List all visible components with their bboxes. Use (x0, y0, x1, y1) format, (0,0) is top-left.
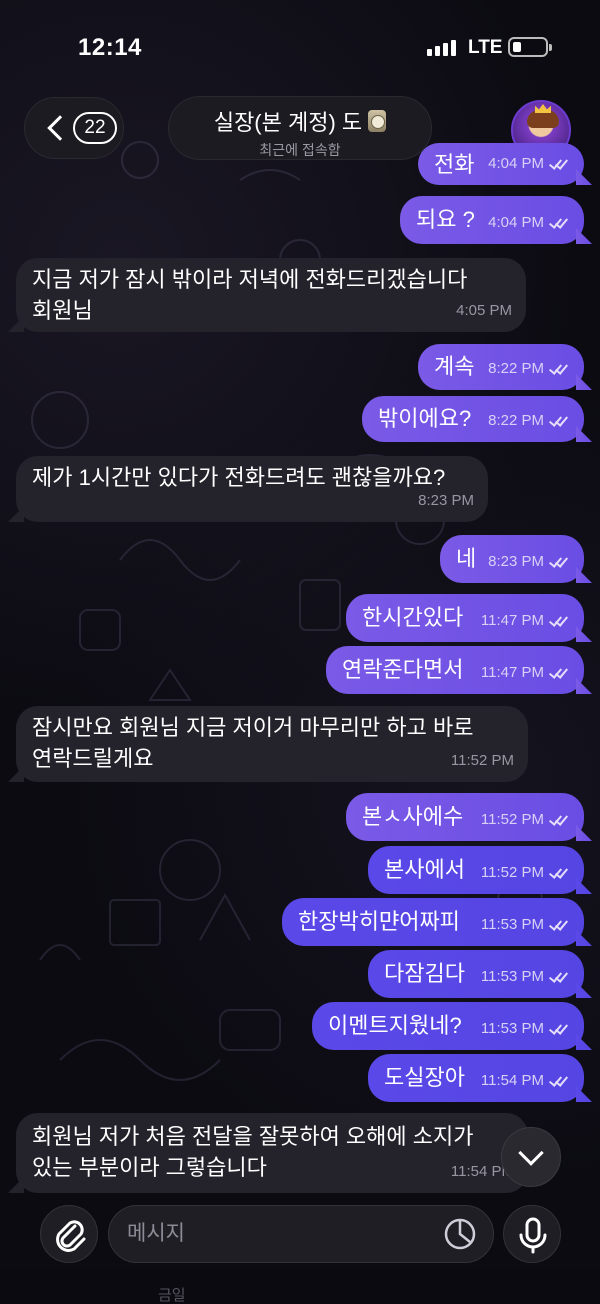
message-bubble-outgoing[interactable]: 이멘트지웠네? 11:53 PM (312, 1002, 584, 1050)
unread-count-badge: 22 (73, 112, 117, 144)
message-time: 4:05 PM (456, 302, 512, 319)
message-bubble-outgoing[interactable]: 되요 ? 4:04 PM (400, 196, 584, 244)
message-bubble-outgoing[interactable]: 연락준다면서 11:47 PM (326, 646, 584, 694)
message-time: 8:23 PM (488, 553, 544, 570)
attach-button[interactable] (40, 1205, 98, 1263)
message-bubble-outgoing[interactable]: 본사에서 11:52 PM (368, 846, 584, 894)
message-time: 11:54 PM (480, 1072, 544, 1089)
bottom-safe-area (0, 1270, 600, 1304)
message-time: 11:53 PM (480, 916, 544, 933)
message-input-box[interactable] (108, 1205, 494, 1263)
message-bubble-incoming[interactable]: 지금 저가 잠시 밖이라 저녁에 전화드리겠습니다 회원님 4:05 PM (16, 258, 526, 332)
signal-icon (427, 40, 456, 56)
read-check-icon (548, 1075, 570, 1087)
voice-record-button[interactable] (503, 1205, 561, 1263)
message-time: 11:53 PM (480, 968, 544, 985)
message-time: 11:52 PM (450, 752, 514, 769)
message-time: 11:53 PM (480, 1020, 544, 1037)
read-check-icon (548, 415, 570, 427)
message-bubble-outgoing[interactable]: 다잠김다 11:53 PM (368, 950, 584, 998)
message-bubble-outgoing[interactable]: 한시간있다 11:47 PM (346, 594, 584, 642)
status-bar: 12:14 LTE (0, 0, 600, 90)
read-check-icon (548, 971, 570, 983)
message-time: 11:52 PM (480, 811, 544, 828)
watch-emoji-icon (368, 110, 387, 132)
message-time: 8:22 PM (488, 412, 544, 429)
message-bubble-outgoing[interactable]: 한장박히먄어짜피 11:53 PM (282, 898, 584, 946)
message-bubble-outgoing[interactable]: 밖이에요? 8:22 PM (362, 396, 584, 442)
message-bubble-incoming[interactable]: 잠시만요 회원님 지금 저이거 마무리만 하고 바로 연락드릴게요 11:52 … (16, 706, 528, 782)
message-time: 8:23 PM (418, 492, 474, 509)
message-bubble-incoming[interactable]: 제가 1시간만 있다가 전화드려도 괜찮을까요? 8:23 PM (16, 456, 488, 522)
message-time: 8:22 PM (488, 360, 544, 377)
message-time: 11:47 PM (480, 664, 544, 681)
message-bubble-outgoing[interactable]: 도실장아 11:54 PM (368, 1054, 584, 1102)
chevron-left-icon (47, 115, 73, 141)
chat-header-title[interactable]: 실장(본 계정) 도 최근에 접속함 (168, 96, 432, 160)
read-check-icon (548, 919, 570, 931)
message-input[interactable] (127, 1222, 427, 1246)
message-bubble-outgoing[interactable]: 네 8:23 PM (440, 535, 584, 583)
battery-icon (508, 37, 552, 57)
microphone-icon (519, 1217, 547, 1254)
read-check-icon (548, 867, 570, 879)
read-check-icon (548, 363, 570, 375)
message-time: 4:04 PM (488, 155, 544, 172)
clock: 12:14 (78, 34, 142, 61)
read-check-icon (548, 556, 570, 568)
contact-name: 실장(본 계정) 도 (213, 110, 363, 135)
network-label: LTE (468, 37, 503, 58)
read-check-icon (548, 667, 570, 679)
read-check-icon (548, 158, 570, 170)
contact-status: 최근에 접속함 (259, 142, 341, 158)
chevron-down-icon (518, 1140, 544, 1166)
message-bubble-incoming[interactable]: 회원님 저가 처음 전달을 잘못하여 오해에 소지가 있는 부분이라 그렇습니다… (16, 1113, 528, 1193)
message-bubble-outgoing[interactable]: 전화 4:04 PM (418, 143, 584, 185)
message-time: 11:52 PM (480, 864, 544, 881)
message-bubble-outgoing[interactable]: 본ㅅ사에수 11:52 PM (346, 793, 584, 841)
back-button[interactable]: 22 (24, 97, 124, 159)
message-time: 11:47 PM (480, 612, 544, 629)
paperclip-icon (56, 1220, 86, 1252)
scroll-to-bottom-button[interactable] (501, 1127, 561, 1187)
read-check-icon (548, 1023, 570, 1035)
message-bubble-outgoing[interactable]: 계속 8:22 PM (418, 344, 584, 390)
sticker-icon[interactable] (442, 1216, 478, 1252)
read-check-icon (548, 615, 570, 627)
read-check-icon (548, 814, 570, 826)
message-time: 4:04 PM (488, 214, 544, 231)
read-check-icon (548, 217, 570, 229)
background-text: 금일 (158, 1287, 186, 1304)
